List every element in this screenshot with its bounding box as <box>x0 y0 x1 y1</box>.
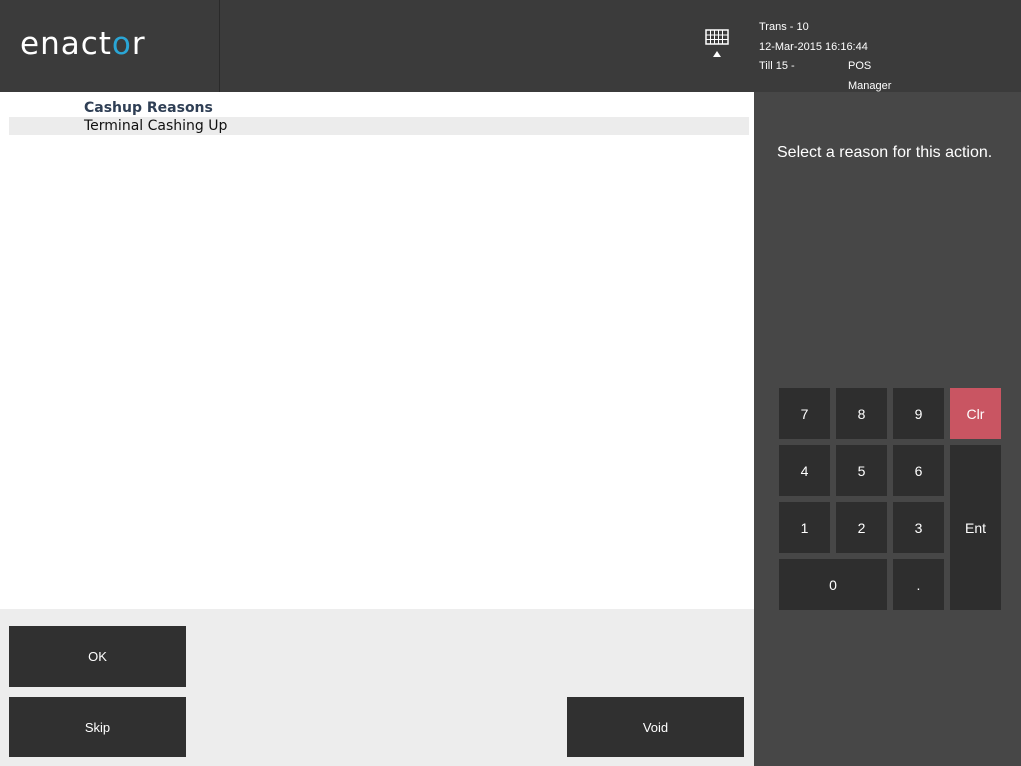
action-bar: OK Skip Void <box>0 609 754 766</box>
key-9[interactable]: 9 <box>893 388 944 439</box>
key-8[interactable]: 8 <box>836 388 887 439</box>
till-label: Till 15 - <box>759 60 795 72</box>
right-panel: Select a reason for this action. 7 8 9 C… <box>754 92 1021 766</box>
list-title: Cashup Reasons <box>84 100 213 116</box>
list-item-label: Terminal Cashing Up <box>84 118 228 134</box>
clear-button[interactable]: Clr <box>950 388 1001 439</box>
enactor-logo: enactor <box>20 26 146 62</box>
skip-button[interactable]: Skip <box>9 697 186 757</box>
key-decimal[interactable]: . <box>893 559 944 610</box>
datetime: 12-Mar-2015 16:16:44 <box>759 40 868 53</box>
header-divider <box>219 0 220 92</box>
prompt-text: Select a reason for this action. <box>777 144 993 161</box>
key-0[interactable]: 0 <box>779 559 887 610</box>
key-2[interactable]: 2 <box>836 502 887 553</box>
key-6[interactable]: 6 <box>893 445 944 496</box>
key-7[interactable]: 7 <box>779 388 830 439</box>
till-row: Till 15 - POS Manager <box>759 57 891 92</box>
key-5[interactable]: 5 <box>836 445 887 496</box>
key-1[interactable]: 1 <box>779 502 830 553</box>
header-bar: enactor Trans - 10 12-Mar-2015 16:16:44 … <box>0 0 1021 92</box>
trans-number: Trans - 10 <box>759 21 809 33</box>
enter-button[interactable]: Ent <box>950 445 1001 610</box>
keyboard-icon[interactable] <box>700 26 734 62</box>
void-button[interactable]: Void <box>567 697 744 757</box>
ok-button[interactable]: OK <box>9 626 186 687</box>
key-3[interactable]: 3 <box>893 502 944 553</box>
list-item[interactable]: Terminal Cashing Up <box>9 117 749 135</box>
user-name: POS Manager <box>848 60 892 92</box>
reason-list-panel: Cashup Reasons Terminal Cashing Up <box>0 92 754 609</box>
transaction-info: Trans - 10 12-Mar-2015 16:16:44 Till 15 … <box>759 18 891 92</box>
key-4[interactable]: 4 <box>779 445 830 496</box>
